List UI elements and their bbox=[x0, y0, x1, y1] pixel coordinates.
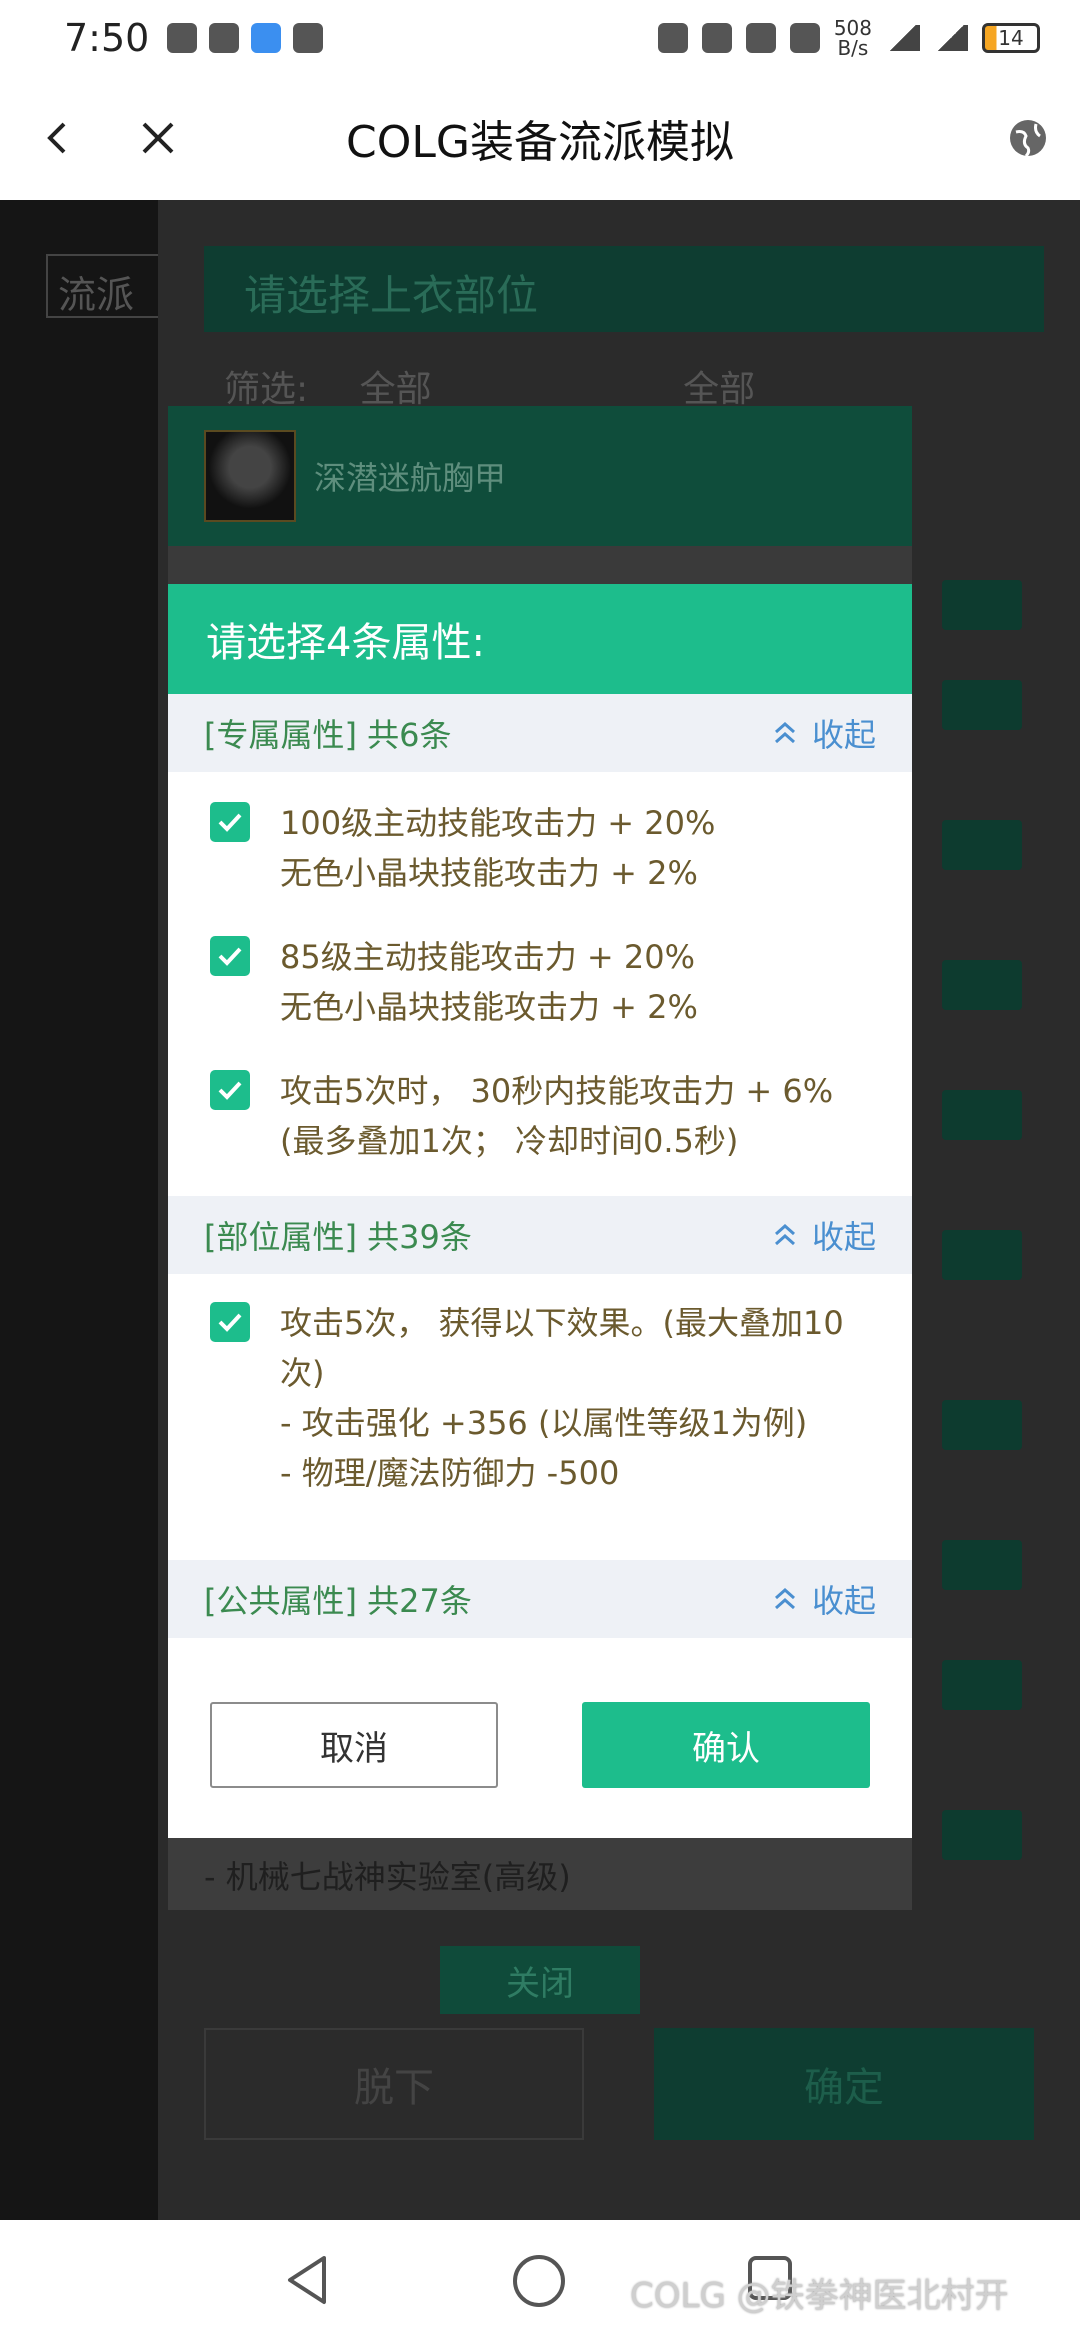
background-unequip-button: 脱下 bbox=[204, 2028, 584, 2140]
watermark: COLG @铁拳神医北村开 bbox=[630, 2276, 1009, 2316]
background-item-button bbox=[942, 1090, 1022, 1140]
collapse-button[interactable]: 收起 bbox=[770, 1212, 876, 1258]
item-card: 深潜迷航胸甲 bbox=[168, 406, 912, 546]
system-nav-bar: COLG @铁拳神医北村开 bbox=[0, 2220, 1080, 2340]
status-bar: 7:50 508 B/s 14 bbox=[0, 0, 1080, 76]
exclusive-options: 100级主动技能攻击力 + 20% 无色小晶块技能攻击力 + 2% 85级主动技… bbox=[168, 772, 912, 1196]
wechat-icon bbox=[209, 23, 240, 53]
background-item-button bbox=[942, 1660, 1022, 1710]
background-item-button bbox=[942, 820, 1022, 870]
chevron-up-icon bbox=[774, 721, 795, 744]
back-arrow-icon[interactable] bbox=[34, 114, 82, 162]
item-description-strip bbox=[168, 546, 912, 586]
vibrate-icon bbox=[789, 23, 820, 53]
cancel-button[interactable]: 取消 bbox=[210, 1702, 498, 1788]
attribute-option[interactable]: 100级主动技能攻击力 + 20% 无色小晶块技能攻击力 + 2% bbox=[168, 772, 912, 898]
net-speed: 508 B/s bbox=[833, 16, 872, 60]
confirm-button[interactable]: 确认 bbox=[582, 1702, 870, 1788]
close-icon[interactable] bbox=[134, 114, 182, 162]
section-title: [专属属性] 共6条 bbox=[204, 716, 452, 754]
background-item-button bbox=[942, 680, 1022, 730]
nav-back-icon[interactable] bbox=[278, 2250, 338, 2310]
section-header-slot: [部位属性] 共39条 收起 bbox=[168, 1196, 912, 1274]
attribute-option[interactable]: 85级主动技能攻击力 + 20% 无色小晶块技能攻击力 + 2% bbox=[168, 898, 912, 1032]
background-item-button bbox=[942, 1400, 1022, 1450]
chevron-up-icon bbox=[774, 1587, 795, 1610]
section-header-exclusive: [专属属性] 共6条 收起 bbox=[168, 694, 912, 772]
section-title: [部位属性] 共39条 bbox=[204, 1218, 472, 1256]
item-name: 深潜迷航胸甲 bbox=[314, 459, 507, 497]
bluetooth-icon bbox=[745, 23, 776, 53]
section-title: [公共属性] 共27条 bbox=[204, 1582, 472, 1620]
attribute-option[interactable]: 攻击5次时， 30秒内技能攻击力 + 6% (最多叠加1次； 冷却时间0.5秒) bbox=[168, 1032, 912, 1166]
notification-icon bbox=[167, 23, 198, 53]
background-confirm-button: 确定 bbox=[654, 2028, 1034, 2140]
background-item-button bbox=[942, 580, 1022, 630]
background-filter: 筛选: 全部 全部 bbox=[224, 369, 756, 410]
background-item-button bbox=[942, 1540, 1022, 1590]
background-item-button bbox=[942, 1230, 1022, 1280]
eye-icon bbox=[293, 23, 324, 53]
signal-icon-2 bbox=[934, 25, 968, 51]
dialog-title: 请选择4条属性: bbox=[168, 584, 912, 694]
checkbox-checked-icon[interactable] bbox=[210, 936, 250, 976]
section-header-common: [公共属性] 共27条 收起 bbox=[168, 1560, 912, 1638]
status-time: 7:50 bbox=[64, 16, 150, 60]
collapse-button[interactable]: 收起 bbox=[770, 710, 876, 756]
background-item-button bbox=[942, 1810, 1022, 1860]
attribute-option[interactable]: 攻击5次， 获得以下效果。(最大叠加10 次) - 攻击强化 +356 (以属性… bbox=[168, 1274, 912, 1498]
background-tab: 流派 bbox=[46, 254, 166, 318]
item-source-line: - 机械七战神实验室(高级) bbox=[168, 1838, 912, 1910]
background-item-button bbox=[942, 960, 1022, 1010]
title-bar: COLG装备流派模拟 bbox=[0, 76, 1080, 200]
checkbox-checked-icon[interactable] bbox=[210, 802, 250, 842]
slot-options: 攻击5次， 获得以下效果。(最大叠加10 次) - 攻击强化 +356 (以属性… bbox=[168, 1274, 912, 1560]
chevron-up-icon bbox=[774, 1223, 795, 1246]
item-thumbnail bbox=[204, 430, 296, 522]
background-header: 请选择上衣部位 bbox=[204, 246, 1044, 332]
battery-icon: 14 bbox=[982, 23, 1040, 53]
background-sidebar bbox=[0, 200, 158, 2220]
globe-icon[interactable] bbox=[1006, 116, 1050, 160]
alarm-icon bbox=[701, 23, 732, 53]
signal-icon bbox=[886, 25, 920, 51]
background-close-button: 关闭 bbox=[440, 1946, 640, 2014]
attribute-select-dialog: 请选择4条属性: [专属属性] 共6条 收起 100级主动技能攻击力 + 20%… bbox=[168, 584, 912, 1838]
nav-home-icon[interactable] bbox=[508, 2250, 570, 2312]
collapse-button[interactable]: 收起 bbox=[770, 1576, 876, 1622]
checkbox-checked-icon[interactable] bbox=[210, 1302, 250, 1342]
dialog-buttons: 取消 确认 bbox=[168, 1702, 912, 1792]
checkbox-checked-icon[interactable] bbox=[210, 1070, 250, 1110]
cloud-icon bbox=[251, 23, 282, 53]
nfc-icon bbox=[657, 23, 688, 53]
